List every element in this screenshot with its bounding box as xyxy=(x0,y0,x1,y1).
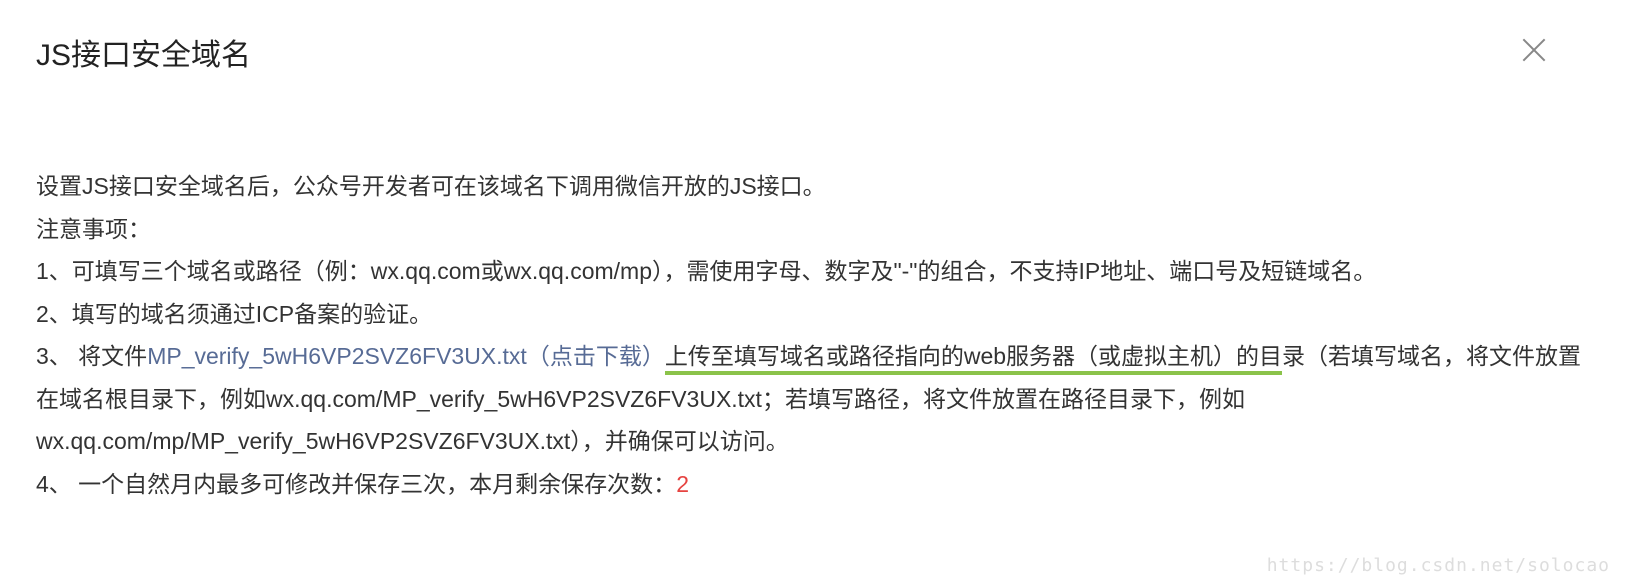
notice-item-1: 1、可填写三个域名或路径（例：wx.qq.com或wx.qq.com/mp），需… xyxy=(36,250,1594,293)
notice-item-2: 2、填写的域名须通过ICP备案的验证。 xyxy=(36,293,1594,336)
js-domain-dialog: JS接口安全域名 设置JS接口安全域名后，公众号开发者可在该域名下调用微信开放的… xyxy=(0,0,1630,535)
notice-label: 注意事项： xyxy=(36,208,1594,251)
dialog-title: JS接口安全域名 xyxy=(36,30,251,74)
remaining-count: 2 xyxy=(676,471,689,497)
item3-prefix: 3、 将文件 xyxy=(36,343,147,369)
watermark-text: https://blog.csdn.net/solocao xyxy=(1267,555,1610,576)
item4-text: 4、 一个自然月内最多可修改并保存三次，本月剩余保存次数： xyxy=(36,471,676,497)
dialog-header: JS接口安全域名 xyxy=(36,30,1594,75)
close-icon[interactable] xyxy=(1514,30,1554,75)
verify-file-download-link[interactable]: MP_verify_5wH6VP2SVZ6FV3UX.txt（点击下载） xyxy=(147,343,665,369)
notice-item-4: 4、 一个自然月内最多可修改并保存三次，本月剩余保存次数：2 xyxy=(36,463,1594,506)
dialog-content: 设置JS接口安全域名后，公众号开发者可在该域名下调用微信开放的JS接口。 注意事… xyxy=(36,165,1594,505)
item3-highlight-text: 上传至填写域名或路径指向的web服务器（或虚拟主机）的目 xyxy=(665,343,1282,375)
notice-item-3: 3、 将文件MP_verify_5wH6VP2SVZ6FV3UX.txt（点击下… xyxy=(36,335,1594,463)
intro-text: 设置JS接口安全域名后，公众号开发者可在该域名下调用微信开放的JS接口。 xyxy=(36,165,1594,208)
